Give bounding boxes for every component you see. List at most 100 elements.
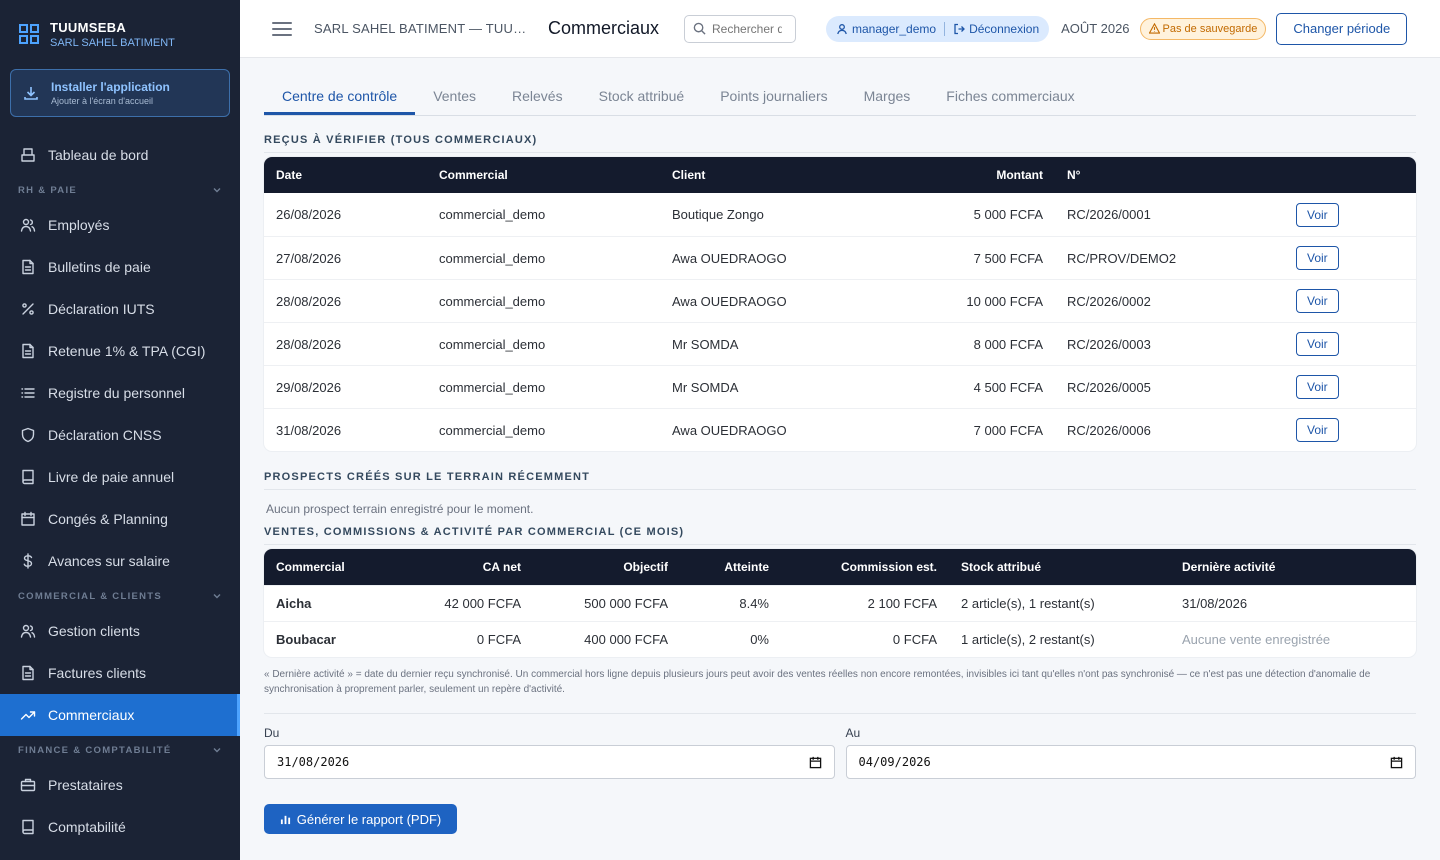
receipt-row: 31/08/2026 commercial_demo Awa OUEDRAOGO 7 … <box>264 408 1416 451</box>
table-cell: 5 000 FCFA <box>973 207 1043 222</box>
from-date-input[interactable]: 31/08/2026 <box>264 745 835 779</box>
receipt-row: 26/08/2026 commercial_demo Boutique Zongo 5… <box>264 193 1416 236</box>
table-cell: Mr SOMDA <box>672 379 739 395</box>
install-app-button[interactable]: Installer l'application Ajouter à l'écra… <box>10 69 230 117</box>
document-icon <box>22 343 34 359</box>
sidebar-item-commerciaux[interactable]: Commerciaux <box>0 694 240 736</box>
sidebar-section-rh-paie[interactable]: RH & PAIE <box>0 176 240 204</box>
sidebar-section-commercial-clients[interactable]: COMMERCIAL & CLIENTS <box>0 582 240 610</box>
list-icon <box>21 388 35 398</box>
sidebar-item-declaration-cnss[interactable]: Déclaration CNSS <box>0 414 240 456</box>
backup-warning-badge: Pas de sauvegarde <box>1139 17 1267 40</box>
search-icon <box>693 22 706 35</box>
column-header: Commission est. <box>840 560 937 574</box>
column-header: Date <box>276 168 303 182</box>
sidebar-item-label: Registre du personnel <box>48 385 185 401</box>
sidebar-item-gestion-clients[interactable]: Gestion clients <box>0 610 240 652</box>
search-input[interactable] <box>712 21 782 36</box>
brand[interactable]: TUUMSEBA SARL SAHEL BATIMENT <box>0 0 240 68</box>
sidebar-item-label: Déclaration CNSS <box>48 427 162 443</box>
to-date-input[interactable]: 04/09/2026 <box>845 745 1416 779</box>
sidebar-item-conges-planning[interactable]: Congés & Planning <box>0 498 240 540</box>
sidebar-item-comptabilite[interactable]: Comptabilité <box>0 806 240 848</box>
generate-report-label: Générer le rapport (PDF) <box>296 811 442 827</box>
book-icon <box>22 469 34 485</box>
tab-stock-attribue[interactable]: Stock attribué <box>581 76 703 115</box>
table-cell: Mr SOMDA <box>672 336 739 352</box>
shield-icon <box>21 427 35 443</box>
column-header: Atteinte <box>724 560 769 574</box>
from-date-label: Du <box>264 726 280 740</box>
sidebar-item-livre-de-paie-annuel[interactable]: Livre de paie annuel <box>0 456 240 498</box>
table-cell: commercial_demo <box>439 250 546 266</box>
view-receipt-button[interactable]: Voir <box>1296 202 1339 227</box>
sidebar-item-label: Bulletins de paie <box>48 259 151 275</box>
sidebar-item-label: Tableau de bord <box>48 147 149 163</box>
tab-ventes[interactable]: Ventes <box>415 76 494 115</box>
tab-points-journaliers[interactable]: Points journaliers <box>702 76 845 115</box>
download-icon <box>24 87 38 100</box>
receipts-table-header: Date Commercial Client Montant N° <box>264 157 1416 193</box>
chevron-down-icon <box>213 594 221 599</box>
sidebar-item-prestataires[interactable]: Prestataires <box>0 764 240 806</box>
sidebar-item-retenue-1-tpa-cgi[interactable]: Retenue 1% & TPA (CGI) <box>0 330 240 372</box>
tab-marges[interactable]: Marges <box>846 76 929 115</box>
sidebar-item-avances-sur-salaire[interactable]: Avances sur salaire <box>0 540 240 582</box>
table-cell: 31/08/2026 <box>1182 596 1248 611</box>
sidebar-item-label: Livre de paie annuel <box>48 469 175 485</box>
table-cell: 0% <box>750 632 769 647</box>
view-receipt-button[interactable]: Voir <box>1296 375 1339 399</box>
view-receipt-button[interactable]: Voir <box>1296 289 1339 313</box>
sidebar-item-label: Commerciaux <box>48 707 135 723</box>
sales-row: Aicha 42 000 FCFA 500 000 FCFA 8.4% 2 100 FC… <box>264 585 1416 621</box>
sidebar-item-label: Factures clients <box>48 665 147 681</box>
sidebar-item-bulletins-de-paie[interactable]: Bulletins de paie <box>0 246 240 288</box>
table-cell: RC/2026/0005 <box>1067 379 1151 395</box>
logout-button[interactable]: Déconnexion <box>953 22 1039 36</box>
sales-table: Commercial CA net Objectif Atteinte Commissi… <box>264 549 1416 657</box>
sidebar-item-label: Prestataires <box>48 777 123 793</box>
table-cell: 28/08/2026 <box>276 293 342 309</box>
sidebar-item-factures-clients[interactable]: Factures clients <box>0 652 240 694</box>
sidebar-item-employes[interactable]: Employés <box>0 204 240 246</box>
table-cell: commercial_demo <box>439 422 546 438</box>
receipts-section-title: REÇUS À VÉRIFIER (TOUS COMMERCIAUX) <box>264 134 1416 153</box>
view-receipt-button[interactable]: Voir <box>1296 332 1339 356</box>
table-cell: 8 000 FCFA <box>973 336 1043 352</box>
prospects-section-title: PROSPECTS CRÉÉS SUR LE TERRAIN RÉCEMMENT <box>264 471 1416 490</box>
sidebar-item-declaration-iuts[interactable]: Déclaration IUTS <box>0 288 240 330</box>
sidebar-section-finance-comptabilite[interactable]: FINANCE & COMPTABILITÉ <box>0 736 240 764</box>
column-header: CA net <box>482 560 521 574</box>
table-cell: 4 500 FCFA <box>973 379 1043 395</box>
sidebar-item-tableau-de-bord[interactable]: Tableau de bord <box>0 134 240 176</box>
install-subtitle: Ajouter à l'écran d'accueil <box>51 96 153 106</box>
table-cell: commercial_demo <box>439 207 546 222</box>
view-receipt-button[interactable]: Voir <box>1296 246 1339 270</box>
table-cell: 42 000 FCFA <box>444 596 521 611</box>
generate-report-button[interactable]: Générer le rapport (PDF) <box>264 804 457 834</box>
sidebar-item-label: Avances sur salaire <box>48 553 170 569</box>
table-cell: Awa OUEDRAOGO <box>672 293 787 309</box>
user-icon <box>837 23 847 34</box>
user-pill: manager_demo Déconnexion <box>826 15 1050 42</box>
view-receipt-button[interactable]: Voir <box>1296 418 1339 442</box>
receipt-row: 29/08/2026 commercial_demo Mr SOMDA 4 500 F… <box>264 365 1416 408</box>
user-button[interactable]: manager_demo <box>836 22 936 36</box>
to-date-value: 04/09/2026 <box>858 755 931 769</box>
sidebar-item-label: Congés & Planning <box>48 511 168 527</box>
percent-icon <box>22 303 34 315</box>
tab-centre-de-controle[interactable]: Centre de contrôle <box>264 76 416 115</box>
sidebar-item-registre-du-personnel[interactable]: Registre du personnel <box>0 372 240 414</box>
search-box[interactable] <box>684 14 796 43</box>
chevron-down-icon <box>213 188 221 193</box>
table-cell: 7 500 FCFA <box>973 250 1043 266</box>
users-icon <box>20 624 36 638</box>
page-title: Commerciaux <box>548 18 660 38</box>
change-period-button[interactable]: Changer période <box>1276 12 1408 45</box>
sales-row: Boubacar 0 FCFA 400 000 FCFA 0% 0 FCFA 1 arti… <box>264 621 1416 657</box>
table-cell: RC/PROV/DEMO2 <box>1067 250 1177 266</box>
tab-fiches-commerciaux[interactable]: Fiches commerciaux <box>928 76 1092 115</box>
menu-toggle-icon[interactable] <box>272 18 292 40</box>
table-cell: RC/2026/0001 <box>1067 207 1151 222</box>
tab-releves[interactable]: Relevés <box>494 76 581 115</box>
